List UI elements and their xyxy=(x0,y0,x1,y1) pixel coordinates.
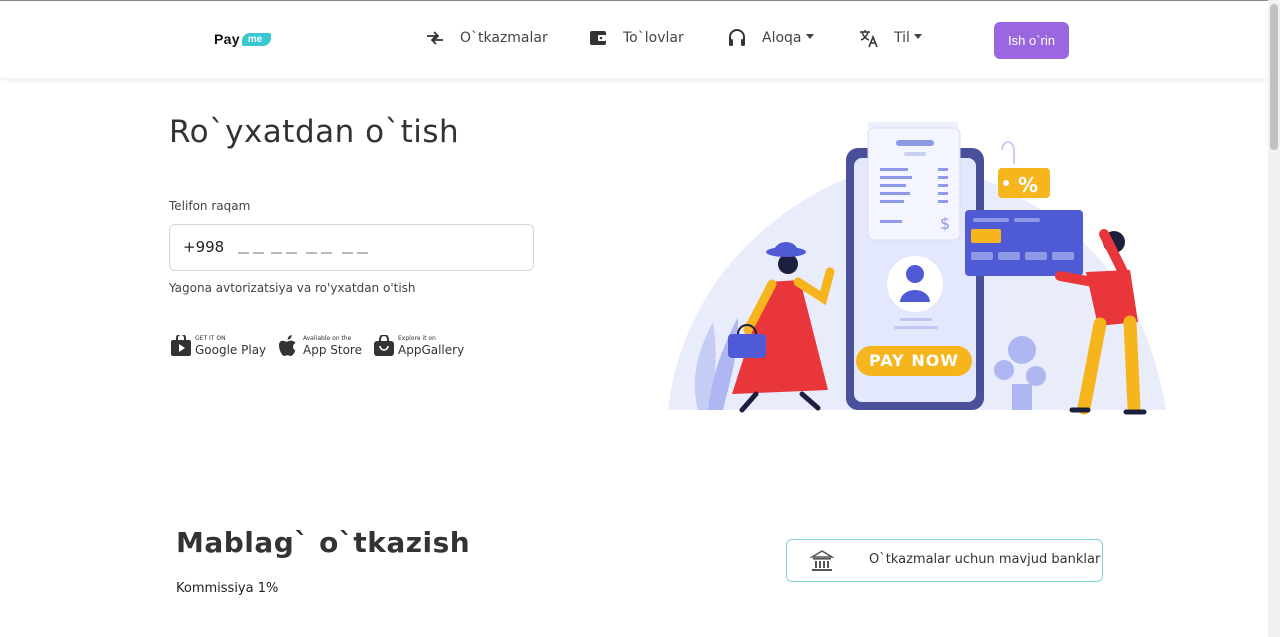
phone-label: Telifon raqam xyxy=(169,199,251,213)
discount-tag-label: % xyxy=(1018,173,1038,197)
nav-contact-label: Aloqa xyxy=(762,30,802,46)
pay-now-label: PAY NOW xyxy=(869,351,959,370)
google-play-icon xyxy=(170,334,192,358)
apple-icon xyxy=(278,334,300,358)
auth-note: Yagona avtorizatsiya va ro'yxatdan o'tis… xyxy=(169,281,416,295)
headset-icon xyxy=(726,27,748,49)
phone-field[interactable]: +998 xyxy=(169,224,534,271)
nav-transfers[interactable]: O`tkazmalar xyxy=(424,27,548,49)
phone-prefix: +998 xyxy=(183,238,225,256)
phone-input[interactable] xyxy=(232,235,522,263)
receipt-dollar-sign: $ xyxy=(940,214,950,233)
store-name: AppGallery xyxy=(398,343,465,357)
appgallery-icon xyxy=(373,334,395,358)
chevron-down-icon xyxy=(805,33,814,39)
registration-title: Ro`yxatdan o`tish xyxy=(169,114,460,150)
available-banks-label: O`tkazmalar uchun mavjud banklar xyxy=(869,552,1101,567)
store-small-label: Explore it on xyxy=(398,335,436,342)
translate-icon xyxy=(858,27,880,49)
scrollbar-thumb[interactable] xyxy=(1270,4,1278,150)
appgallery-link[interactable]: Explore it on AppGallery xyxy=(373,334,464,358)
wallet-icon xyxy=(587,27,609,49)
payment-illustration: $ PAY NOW % xyxy=(668,122,1168,418)
logo-me-badge: me xyxy=(241,32,272,46)
jobs-button[interactable]: Ish o`rin xyxy=(994,22,1069,59)
nav-transfers-label: O`tkazmalar xyxy=(460,30,548,46)
app-store-link[interactable]: Avaliable on the App Store xyxy=(278,334,362,358)
google-play-link[interactable]: GET IT ON Google Play xyxy=(170,334,266,358)
payme-logo[interactable]: Pay me xyxy=(214,31,272,47)
logo-pay-text: Pay xyxy=(214,31,240,47)
nav-language-label: Til xyxy=(894,30,910,46)
store-small-label: Avaliable on the xyxy=(303,335,352,342)
store-small-label: GET IT ON xyxy=(195,335,226,342)
nav-payments[interactable]: To`lovlar xyxy=(587,27,684,49)
chevron-down-icon xyxy=(913,33,922,39)
store-name: App Store xyxy=(303,343,362,357)
page-scrollbar[interactable] xyxy=(1268,0,1280,637)
nav-payments-label: To`lovlar xyxy=(623,30,684,46)
top-navbar: Pay me O`tkazmalar To`lovlar Aloqa Til I… xyxy=(0,0,1268,78)
store-name: Google Play xyxy=(195,343,267,357)
nav-language-dropdown[interactable]: Til xyxy=(858,27,922,49)
bank-icon xyxy=(809,549,835,577)
transfer-section-title: Mablag` o`tkazish xyxy=(176,526,471,559)
available-banks-button[interactable]: O`tkazmalar uchun mavjud banklar xyxy=(786,539,1103,582)
commission-text: Kommissiya 1% xyxy=(176,581,279,596)
nav-contact-dropdown[interactable]: Aloqa xyxy=(726,27,814,49)
transfer-icon xyxy=(424,27,446,49)
